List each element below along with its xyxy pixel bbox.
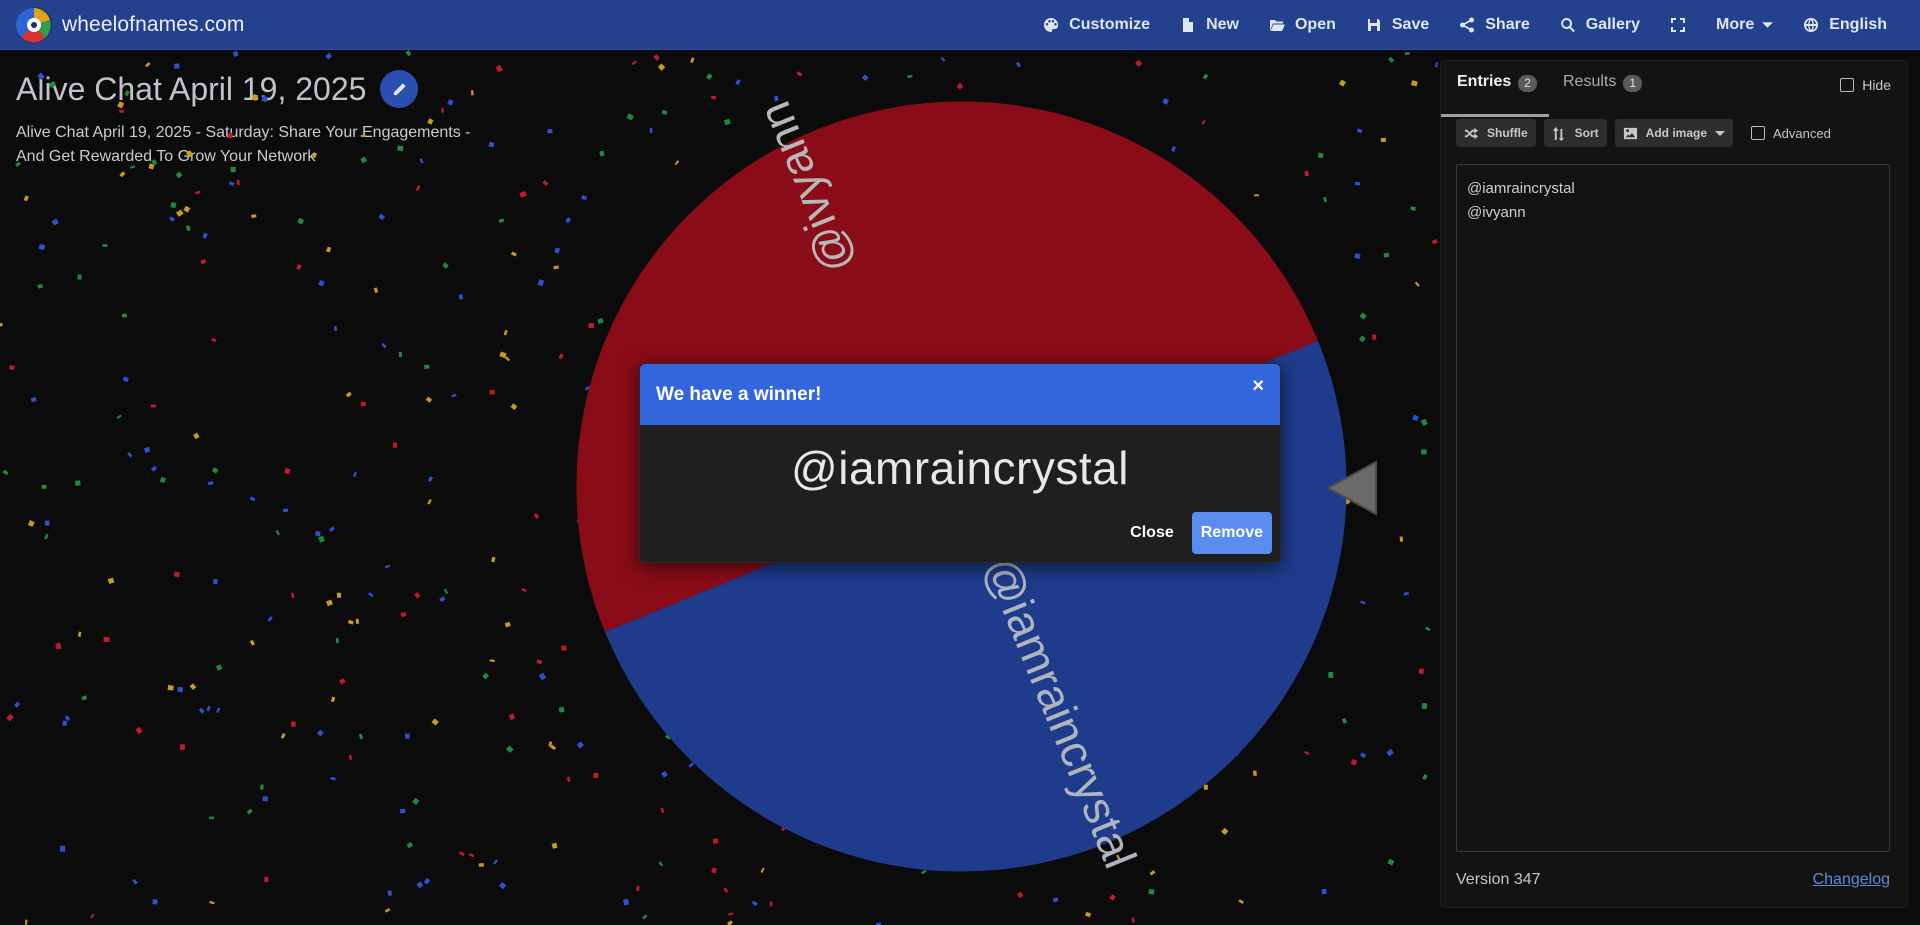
- shuffle-icon: [1464, 127, 1479, 139]
- tab-label: Results: [1563, 73, 1617, 90]
- nav-label: Save: [1391, 15, 1430, 33]
- winner-name: @iamraincrystal: [791, 442, 1129, 494]
- shuffle-button[interactable]: Shuffle: [1456, 119, 1536, 147]
- panel-tabs: Entries 2 Results 1: [1441, 73, 1909, 117]
- chevron-down-icon: [1715, 131, 1726, 136]
- panel-footer: Version 347 Changelog: [1456, 871, 1890, 889]
- winner-dialog-actions: Close Remove: [1130, 512, 1272, 554]
- nav-save[interactable]: Save: [1351, 0, 1444, 50]
- winner-dialog-title: We have a winner!: [656, 383, 822, 405]
- hide-label: Hide: [1862, 77, 1891, 93]
- image-icon: [1623, 127, 1637, 139]
- results-count-badge: 1: [1623, 75, 1643, 92]
- save-icon: [1367, 18, 1380, 31]
- nav-customize[interactable]: Customize: [1028, 0, 1165, 50]
- close-button[interactable]: Close: [1130, 524, 1174, 542]
- share-icon: [1460, 17, 1475, 32]
- nav-label: Share: [1485, 15, 1530, 33]
- nav-label: Customize: [1069, 15, 1151, 33]
- entries-toolbar: Shuffle Sort Add image Advanced: [1456, 119, 1831, 147]
- nav-more[interactable]: More: [1701, 0, 1788, 50]
- close-icon[interactable]: ×: [1252, 376, 1264, 396]
- version-text: Version 347: [1456, 871, 1541, 888]
- entries-count-badge: 2: [1518, 75, 1537, 92]
- nav-share[interactable]: Share: [1444, 0, 1544, 50]
- advanced-label: Advanced: [1773, 125, 1831, 141]
- hide-checkbox[interactable]: Hide: [1840, 77, 1891, 93]
- sort-icon: [1552, 126, 1564, 141]
- nav-open[interactable]: Open: [1254, 0, 1351, 50]
- brand[interactable]: wheelofnames.com: [15, 0, 245, 50]
- globe-icon: [1804, 17, 1819, 32]
- wheel-pointer-icon: [1326, 460, 1377, 516]
- add-image-label: Add image: [1645, 126, 1708, 140]
- nav-fullscreen[interactable]: [1655, 0, 1701, 50]
- changelog-link[interactable]: Changelog: [1813, 871, 1890, 889]
- nav-label: Open: [1294, 15, 1336, 33]
- checkbox-icon[interactable]: [1751, 126, 1766, 140]
- nav-gallery[interactable]: Gallery: [1545, 0, 1655, 50]
- entry-line: @ivyann: [1467, 204, 1526, 221]
- file-icon: [1183, 17, 1194, 32]
- nav-label: More: [1715, 15, 1755, 33]
- winner-dialog-header: We have a winner! ×: [640, 364, 1280, 425]
- tab-results[interactable]: Results 1: [1563, 73, 1643, 113]
- sort-button[interactable]: Sort: [1543, 119, 1607, 147]
- wheel-logo-icon: [16, 6, 52, 43]
- site-name: wheelofnames.com: [62, 12, 245, 36]
- fullscreen-icon: [1670, 17, 1685, 32]
- nav-label: New: [1206, 15, 1239, 33]
- entry-line: @iamraincrystal: [1467, 180, 1575, 197]
- entries-textarea[interactable]: @iamraincrystal @ivyann: [1456, 164, 1890, 852]
- nav-label: English: [1829, 15, 1887, 33]
- entries-panel: Entries 2 Results 1 Hide Shuffle Sort Ad…: [1440, 60, 1908, 908]
- sort-label: Sort: [1574, 126, 1599, 140]
- tab-entries[interactable]: Entries 2: [1457, 73, 1537, 113]
- active-tab-indicator: [1441, 114, 1549, 117]
- main-nav: Customize New Open Save Share Gallery Mo…: [1028, 0, 1920, 50]
- shuffle-label: Shuffle: [1487, 126, 1528, 140]
- tab-label: Entries: [1457, 73, 1512, 90]
- search-icon: [1560, 17, 1575, 32]
- winner-dialog: We have a winner! × @iamraincrystal Clos…: [639, 363, 1281, 563]
- nav-label: Gallery: [1585, 15, 1640, 33]
- add-image-button[interactable]: Add image: [1614, 119, 1734, 147]
- remove-button[interactable]: Remove: [1191, 512, 1272, 554]
- nav-new[interactable]: New: [1165, 0, 1254, 50]
- advanced-checkbox[interactable]: Advanced: [1751, 126, 1831, 141]
- chevron-down-icon: [1762, 22, 1774, 28]
- nav-language[interactable]: English: [1788, 0, 1902, 50]
- palette-icon: [1044, 17, 1059, 32]
- top-navbar: wheelofnames.com Customize New Open Save…: [0, 0, 1920, 50]
- folder-open-icon: [1269, 19, 1285, 31]
- checkbox-icon[interactable]: [1840, 78, 1855, 92]
